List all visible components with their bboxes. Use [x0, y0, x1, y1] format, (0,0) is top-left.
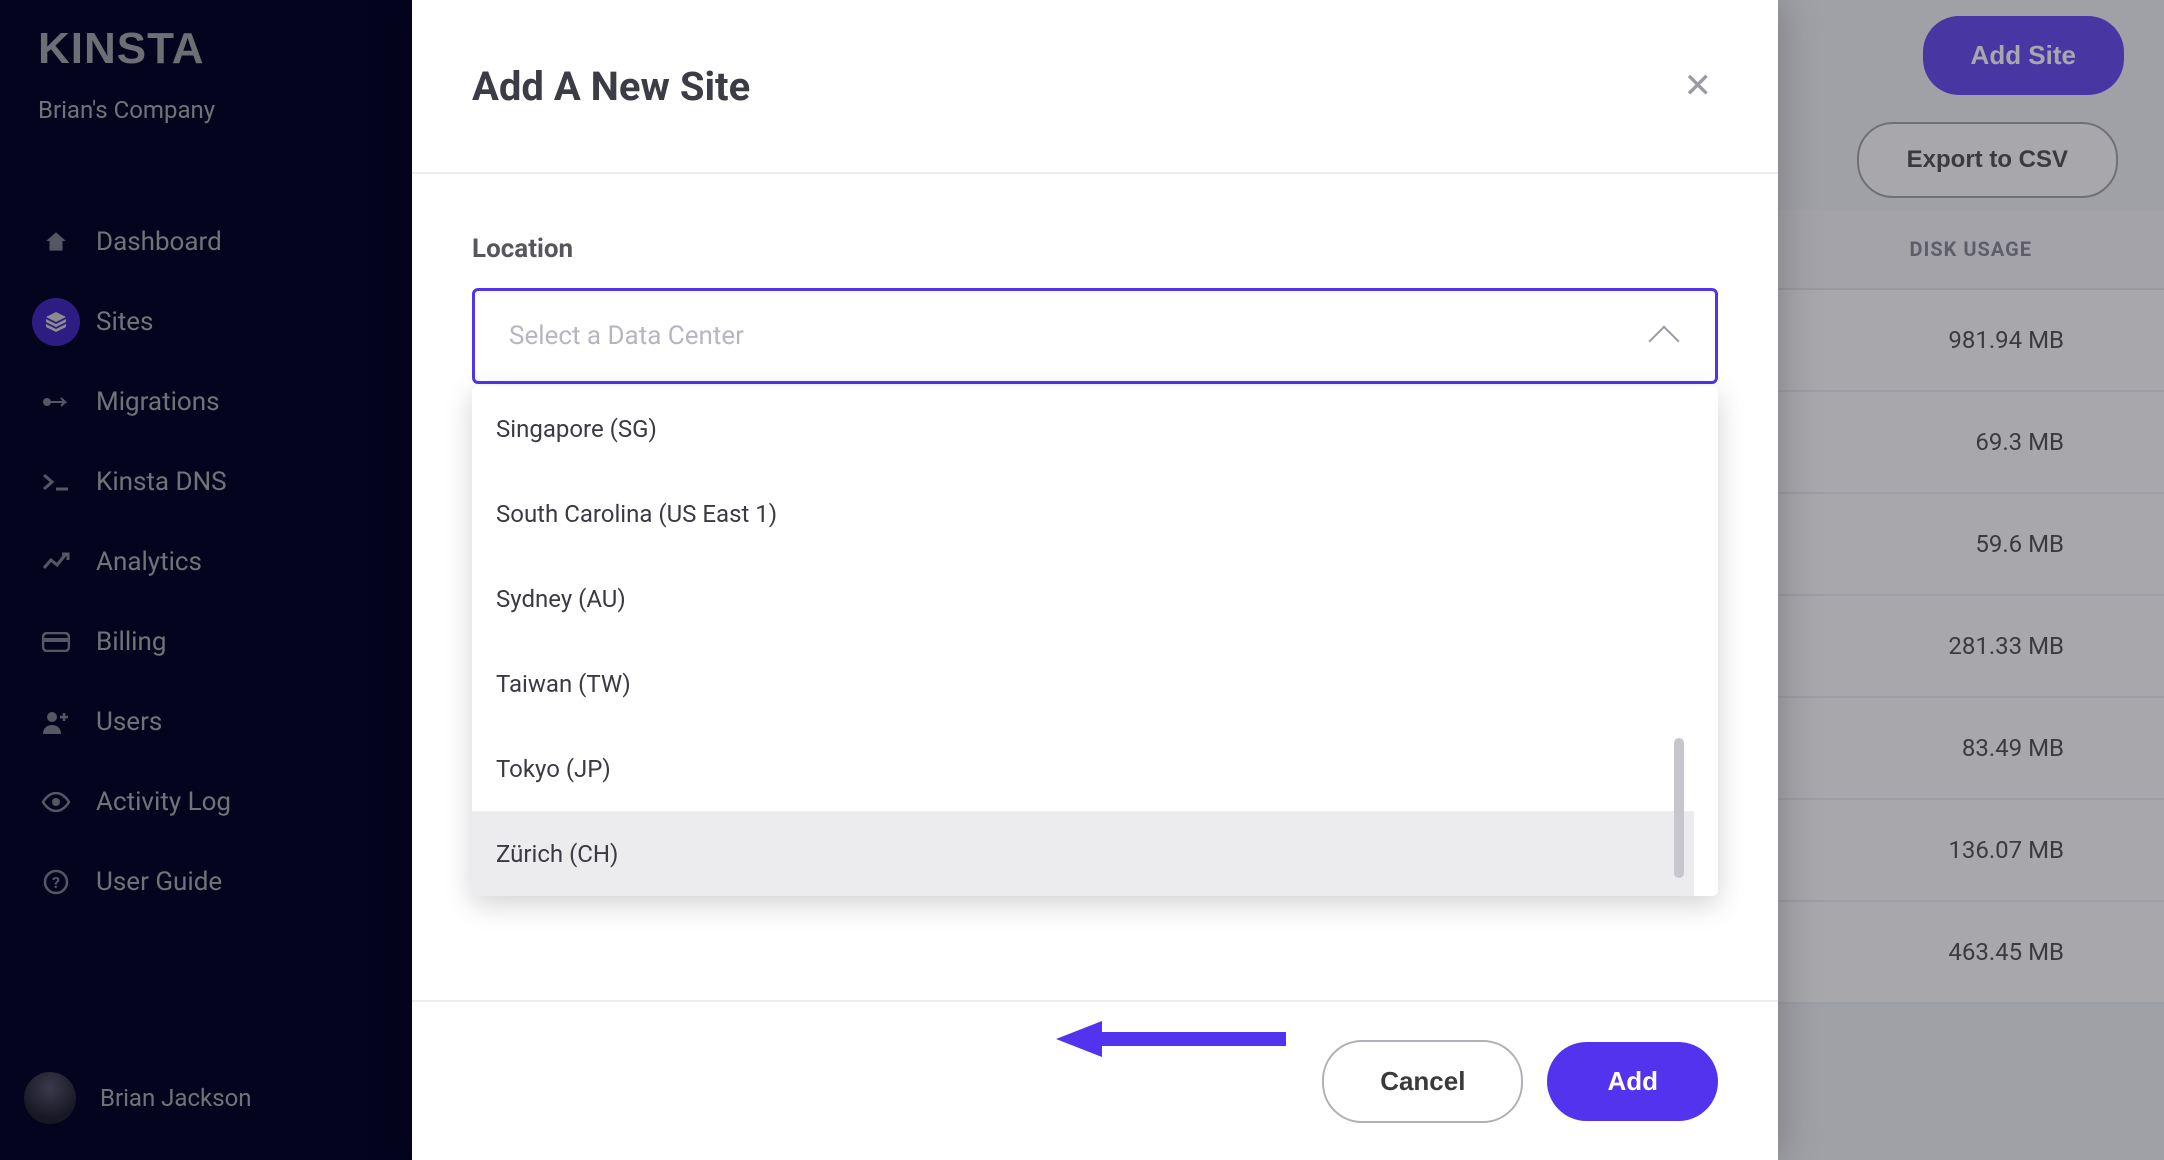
- modal-title: Add A New Site: [472, 63, 750, 110]
- add-button[interactable]: Add: [1547, 1042, 1718, 1121]
- option-tokyo[interactable]: Tokyo (JP): [472, 726, 1694, 811]
- option-south-carolina[interactable]: South Carolina (US East 1): [472, 471, 1694, 556]
- scrollbar-thumb[interactable]: [1674, 738, 1684, 878]
- add-site-modal: Add A New Site ✕ Location Select a Data …: [412, 0, 1778, 1160]
- data-center-dropdown: Singapore (SG) South Carolina (US East 1…: [472, 386, 1718, 896]
- option-taiwan[interactable]: Taiwan (TW): [472, 641, 1694, 726]
- option-sydney[interactable]: Sydney (AU): [472, 556, 1694, 641]
- data-center-select[interactable]: Select a Data Center: [472, 288, 1718, 384]
- chevron-up-icon: [1648, 325, 1679, 356]
- close-icon: ✕: [1684, 67, 1713, 105]
- location-label: Location: [472, 234, 1718, 264]
- close-button[interactable]: ✕: [1674, 56, 1723, 116]
- modal-footer: Cancel Add: [412, 1000, 1778, 1160]
- modal-body: Location Select a Data Center Singapore …: [412, 174, 1778, 1000]
- select-placeholder: Select a Data Center: [509, 321, 744, 351]
- modal-header: Add A New Site ✕: [412, 0, 1778, 174]
- overlay: [0, 0, 472, 1160]
- cancel-button[interactable]: Cancel: [1322, 1040, 1523, 1123]
- option-zurich[interactable]: Zürich (CH): [472, 811, 1694, 896]
- option-singapore[interactable]: Singapore (SG): [472, 386, 1694, 471]
